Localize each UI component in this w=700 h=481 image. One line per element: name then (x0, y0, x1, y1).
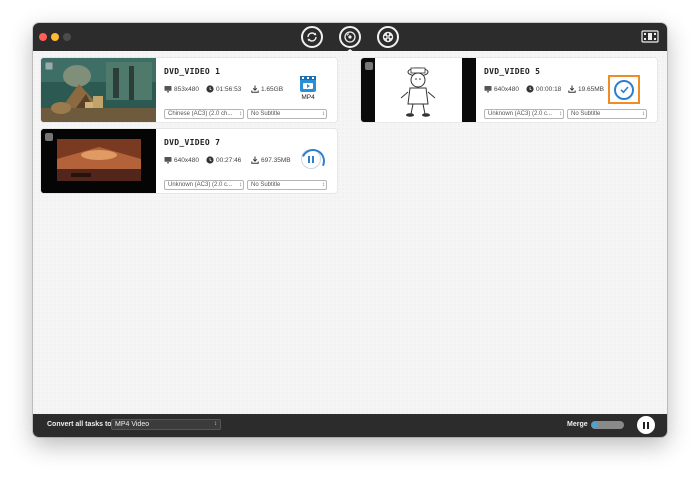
dvd-ripper-mode-button[interactable] (339, 26, 361, 48)
resolution-value: 640x480 (174, 156, 199, 164)
download-icon (568, 85, 576, 93)
size-info: 697.35MB (251, 156, 291, 164)
subtitle-select[interactable]: No Subtitle (247, 109, 327, 119)
clock-icon (206, 85, 214, 93)
thumbnail-image (361, 58, 476, 122)
video-thumbnail[interactable] (361, 58, 476, 122)
task-card[interactable]: DVD_VIDEO 7 640x480 00:27:46 697.35MB Un… (41, 129, 337, 193)
resolution-value: 853x480 (174, 85, 199, 93)
pause-icon (308, 155, 314, 163)
size-info: 19.65MB (568, 85, 604, 93)
download-icon (251, 85, 259, 93)
duration-value: 00:27:46 (216, 156, 242, 164)
subtitle-select[interactable]: No Subtitle (567, 109, 647, 119)
resolution-info: 640x480 (484, 85, 519, 93)
clock-icon (206, 156, 214, 164)
resolution-value: 640x480 (494, 85, 519, 93)
video-thumbnail[interactable] (41, 129, 156, 193)
film-toolbox-icon[interactable] (641, 29, 659, 44)
format-label: MP4 (301, 94, 315, 101)
media-tools-mode-button[interactable] (377, 26, 399, 48)
thumbnail-image (41, 129, 156, 193)
audio-track-select[interactable]: Chinese (AC3) (2.0 ch... (164, 109, 244, 119)
select-checkbox[interactable] (365, 62, 373, 70)
checkmark-circle-icon (614, 79, 634, 100)
pause-conversion-button[interactable] (301, 149, 321, 169)
merge-label: Merge (567, 421, 588, 428)
size-value: 19.65MB (578, 85, 605, 93)
select-checkbox[interactable] (45, 62, 53, 70)
duration-value: 01:56:53 (216, 85, 242, 93)
size-value: 697.35MB (261, 156, 291, 164)
bottom-bar: Convert all tasks to MP4 Video Merge (33, 414, 667, 437)
task-title: DVD_VIDEO 1 (164, 67, 221, 76)
clock-icon (526, 85, 534, 93)
app-window: DVD_VIDEO 1 853x480 01:56:53 1.65GB MP4 … (33, 23, 667, 437)
download-icon (251, 156, 259, 164)
mp4-format-icon (300, 76, 316, 92)
resolution-info: 853x480 (164, 85, 199, 93)
minimize-window-button[interactable] (51, 33, 59, 41)
film-reel-icon (382, 31, 394, 43)
task-title: DVD_VIDEO 7 (164, 138, 221, 147)
checkmark-icon (619, 86, 629, 94)
duration-info: 01:56:53 (206, 85, 241, 93)
conversion-complete-indicator[interactable] (608, 75, 640, 104)
close-window-button[interactable] (39, 33, 47, 41)
pause-icon (643, 421, 649, 429)
task-card[interactable]: DVD_VIDEO 1 853x480 01:56:53 1.65GB MP4 … (41, 58, 337, 122)
duration-info: 00:27:46 (206, 156, 241, 164)
convert-all-label: Convert all tasks to (47, 421, 112, 428)
task-card[interactable]: DVD_VIDEO 5 640x480 00:00:18 19.65MB Unk… (361, 58, 657, 122)
merge-toggle[interactable] (591, 421, 624, 429)
disc-icon (344, 31, 356, 43)
merge-toggle-knob (592, 422, 598, 428)
zoom-window-button[interactable] (63, 33, 71, 41)
audio-track-select[interactable]: Unknown (AC3) (2.0 c... (164, 180, 244, 190)
size-info: 1.65GB (251, 85, 283, 93)
size-value: 1.65GB (261, 85, 284, 93)
select-checkbox[interactable] (45, 133, 53, 141)
monitor-icon (484, 86, 492, 93)
task-list-area: DVD_VIDEO 1 853x480 01:56:53 1.65GB MP4 … (33, 51, 667, 414)
duration-value: 00:00:18 (536, 85, 562, 93)
title-bar (33, 23, 667, 52)
resolution-info: 640x480 (164, 156, 199, 164)
convert-all-format-select[interactable]: MP4 Video (111, 419, 221, 430)
convert-icon (307, 32, 317, 42)
monitor-icon (164, 157, 172, 164)
task-title: DVD_VIDEO 5 (484, 67, 541, 76)
duration-info: 00:00:18 (526, 85, 561, 93)
output-format-button[interactable]: MP4 (297, 75, 319, 102)
video-thumbnail[interactable] (41, 58, 156, 122)
convert-all-button[interactable] (637, 416, 655, 434)
audio-track-select[interactable]: Unknown (AC3) (2.0 c... (484, 109, 564, 119)
thumbnail-image (41, 58, 156, 122)
converter-mode-button[interactable] (301, 26, 323, 48)
subtitle-select[interactable]: No Subtitle (247, 180, 327, 190)
monitor-icon (164, 86, 172, 93)
